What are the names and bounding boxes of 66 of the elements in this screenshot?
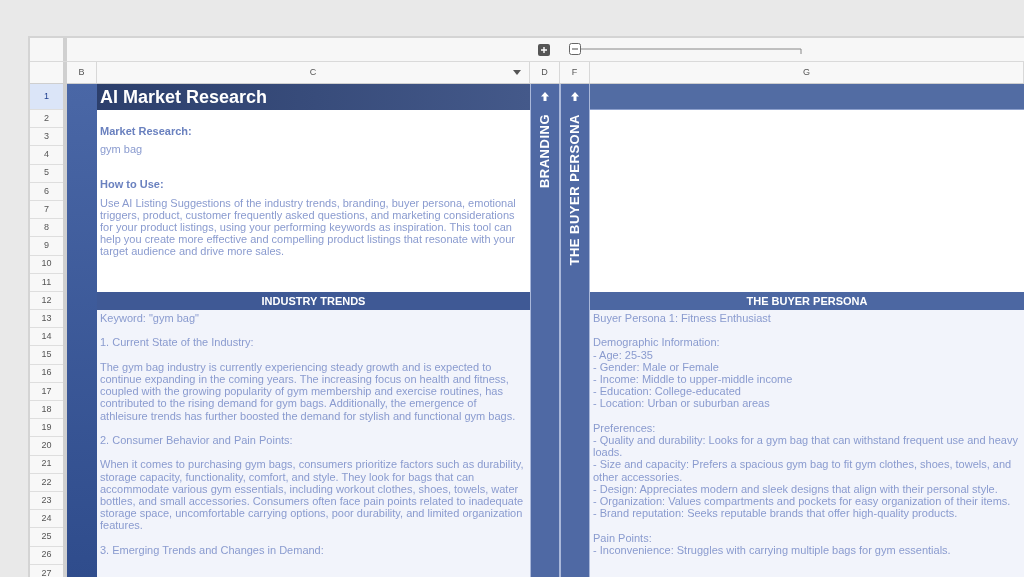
vertical-label: THE BUYER PERSONA (566, 114, 584, 266)
section-label: Market Research: (100, 125, 193, 138)
instructions-text: Use AI Listing Suggestions of the industry trends, branding, buyer persona, emotional triggers, product, customer frequently asked questions, and marketing considerations for your product listings, using your performing keywords as inspiration. This tool can help you create more effective and compelling product listings that resonate with your target audience and drive more sales. (100, 196, 517, 258)
row-number[interactable]: 23 (30, 491, 63, 511)
persona-line: - Education: College-educated (593, 385, 742, 398)
row-number[interactable]: 20 (30, 437, 63, 456)
paragraph: 1. Current State of the Industry: (100, 336, 255, 349)
row-number[interactable]: 10 (30, 255, 63, 274)
sheet-title: AI Market Research (100, 85, 268, 109)
row-number[interactable]: 27 (30, 564, 63, 577)
row-number[interactable]: 14 (30, 328, 63, 347)
persona-line: Demographic Information: (593, 336, 721, 349)
paragraph: 2. Consumer Behavior and Pain Points: (100, 434, 294, 447)
row-number[interactable]: 25 (30, 528, 63, 547)
column-header[interactable]: G (590, 62, 1024, 83)
paragraph: The gym bag industry is currently experiencing steady growth and is expected to continue expanding in the coming years. The increasing focus on health and fitness, coupled with the growing popularity of gym membership and exercise routines, has contributed to the rising demand for gym bags. Additionally, the emergence of athleisure trends has further boosted the demand for stylish and functional gym bags. (100, 360, 517, 422)
row-number[interactable]: 1 (30, 84, 63, 110)
row-number[interactable]: 24 (30, 510, 63, 529)
persona-line: - Gender: Male or Female (593, 360, 720, 373)
row-number[interactable]: 19 (30, 419, 63, 438)
row-number[interactable]: 3 (30, 128, 63, 147)
row-number[interactable]: 2 (30, 110, 63, 129)
row-number[interactable]: 11 (30, 273, 63, 292)
persona-line: - Inconvenience: Struggles with carrying multiple bags for gym essentials. (593, 543, 952, 556)
column-header[interactable]: B (67, 62, 97, 83)
persona-line: Pain Points: (593, 531, 653, 544)
dropdown-caret-icon[interactable] (513, 70, 521, 75)
persona-line: - Age: 25-35 (593, 348, 654, 361)
persona-line: - Quality and durability: Looks for a gym bag that can withstand frequent use and heavy loads. (593, 434, 1019, 459)
column-header[interactable]: D (530, 62, 560, 83)
row-number[interactable]: 5 (30, 164, 63, 183)
section-header: INDUSTRY TRENDS (97, 292, 530, 310)
row-number[interactable]: 4 (30, 146, 63, 165)
persona-line: - Organization: Values compartments and pockets for easy organization of their items. (593, 495, 1012, 508)
vertical-label: BRANDING (536, 114, 554, 189)
paragraph: 3. Emerging Trends and Changes in Demand: (100, 543, 325, 556)
row-number[interactable]: 8 (30, 219, 63, 238)
persona-line: - Brand reputation: Seeks reputable brands that offer high-quality products. (593, 507, 959, 520)
persona-line: Preferences: (593, 421, 657, 434)
row-number[interactable]: 7 (30, 200, 63, 220)
row-number[interactable]: 26 (30, 546, 63, 565)
persona-line: - Size and capacity: Prefers a spacious gym bag to fit gym clothes, shoes, towels, and other accessories. (593, 458, 1013, 483)
row-number[interactable]: 9 (30, 237, 63, 256)
section-header: THE BUYER PERSONA (590, 292, 1024, 310)
keyword-value: gym bag (100, 143, 144, 156)
column-header[interactable]: C (97, 62, 530, 83)
persona-line: - Income: Middle to upper-middle income (593, 373, 794, 386)
section-label: How to Use: (100, 178, 165, 191)
row-number[interactable]: 15 (30, 346, 63, 365)
row-number[interactable]: 13 (30, 310, 63, 329)
paragraph: When it comes to purchasing gym bags, consumers prioritize factors such as durability, storage capacity, functionality, comfort, and style. They look for bags that can accommodate various gym essentials, including workout clothes, shoes, towels, water bottles, and small accessories. Consumers often face pain points related to inadequate storage space, uncomfortable carrying options, poor durability, and limited organization features. (100, 458, 525, 532)
row-number[interactable]: 22 (30, 473, 63, 492)
up-arrow-icon (571, 92, 579, 101)
persona-line: - Location: Urban or suburban areas (593, 397, 771, 410)
row-number[interactable]: 21 (30, 455, 63, 474)
expand-group-icon[interactable] (538, 43, 550, 56)
row-number[interactable]: 6 (30, 182, 63, 201)
paragraph: Keyword: "gym bag" (100, 312, 200, 325)
row-number[interactable]: 16 (30, 364, 63, 383)
column-header[interactable]: F (560, 62, 590, 83)
row-number[interactable]: 12 (30, 291, 63, 311)
row-number[interactable]: 18 (30, 401, 63, 420)
row-number[interactable]: 17 (30, 382, 63, 401)
up-arrow-icon (541, 92, 549, 101)
persona-line: - Design: Appreciates modern and sleek designs that align with their personal style. (593, 482, 999, 495)
persona-line: Buyer Persona 1: Fitness Enthusiast (593, 312, 772, 325)
